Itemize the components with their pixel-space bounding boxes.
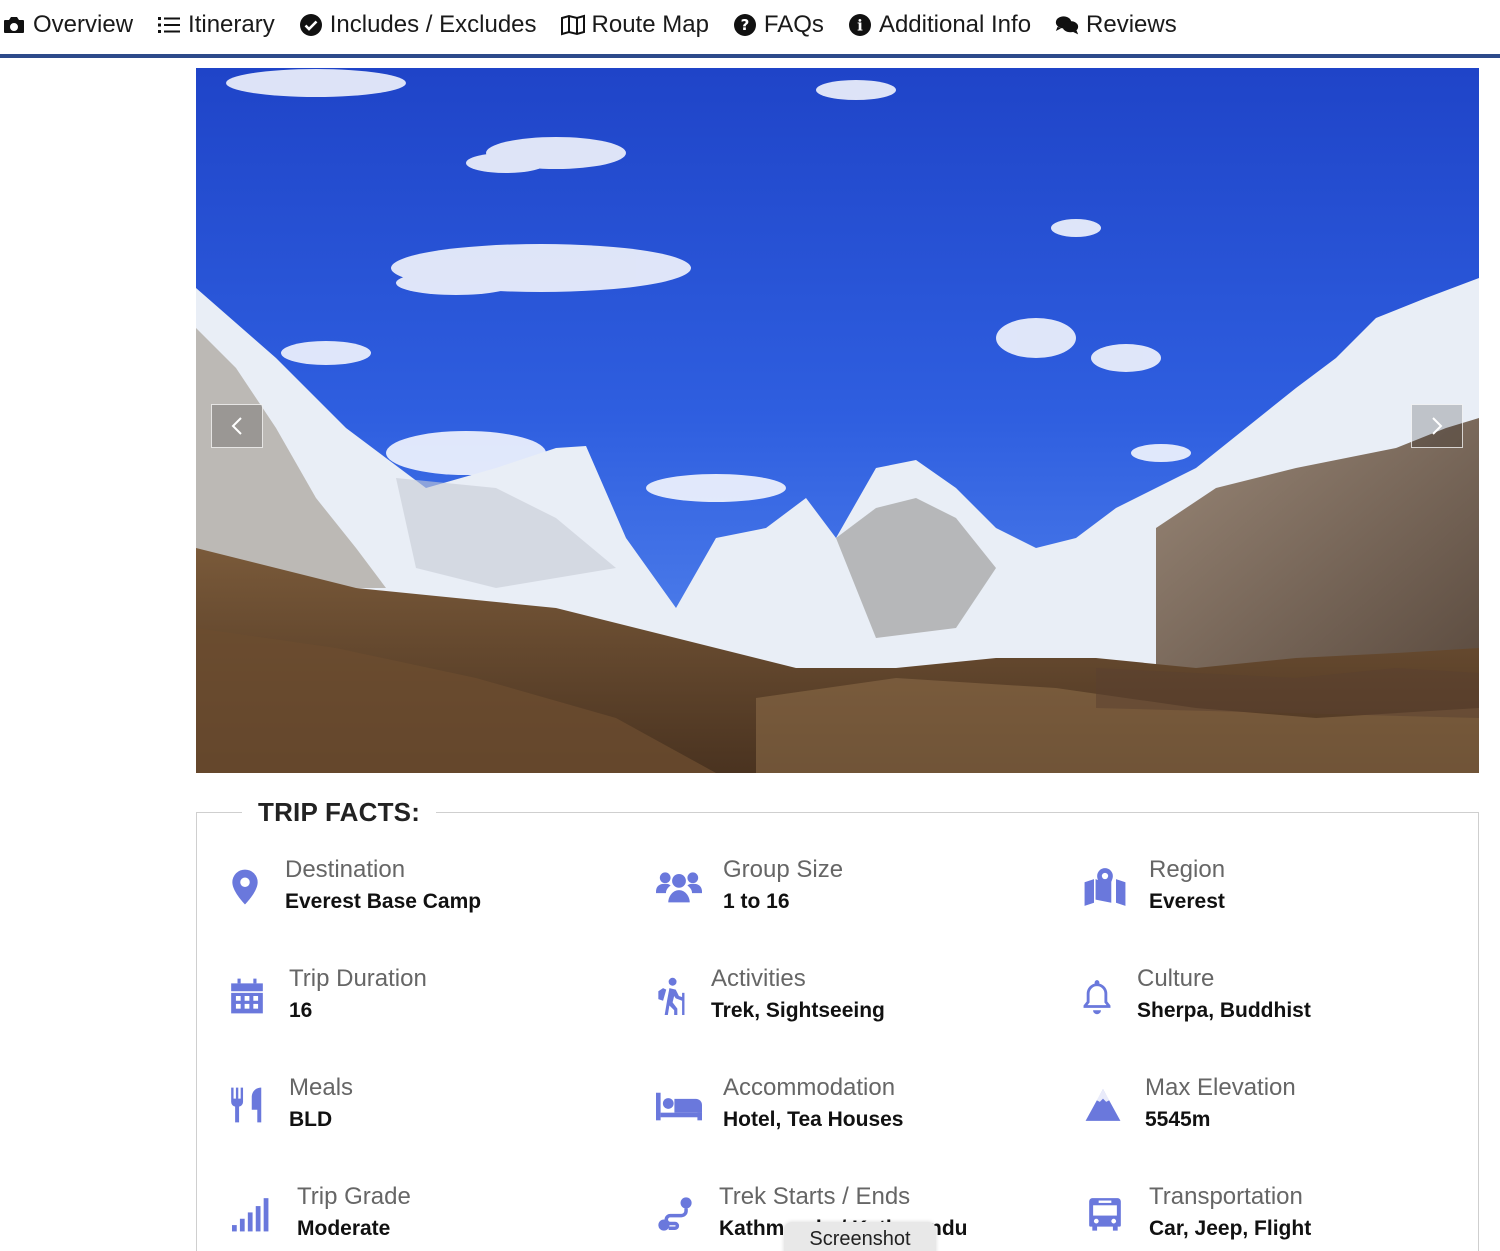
fact-label: Trek Starts / Ends [719, 1183, 911, 1210]
mountain-icon [1085, 1089, 1121, 1121]
route-icon [658, 1197, 692, 1231]
fact-value: Car, Jeep, Flight [1149, 1217, 1312, 1240]
fact-value: Everest [1149, 890, 1225, 913]
svg-text:i: i [857, 17, 863, 35]
fact-label: Trip Grade [297, 1183, 411, 1210]
trip-tab-nav: Overview Itinerary Includes / Excludes R… [0, 0, 1500, 58]
fact-trip-duration: Trip Duration 16 [225, 964, 427, 1026]
fact-label: Culture [1137, 965, 1215, 992]
fact-trip-grade: Trip Grade Moderate [225, 1182, 411, 1244]
fact-culture: Culture Sherpa, Buddhist [1077, 964, 1311, 1026]
map-marked-icon [1084, 868, 1126, 906]
users-icon [656, 872, 702, 903]
camera-icon [4, 17, 24, 33]
tab-label: Route Map [591, 11, 709, 38]
question-circle-icon: ? [733, 14, 756, 36]
mountain-landscape-image [196, 68, 1479, 773]
fact-label: Group Size [723, 856, 844, 883]
fact-accommodation: Accommodation Hotel, Tea Houses [655, 1073, 904, 1135]
fact-label: Destination [285, 856, 406, 883]
svg-text:?: ? [741, 16, 750, 34]
fact-value: 16 [289, 999, 313, 1022]
tab-label: Reviews [1086, 11, 1177, 38]
utensils-icon [231, 1087, 262, 1123]
tab-label: Itinerary [188, 11, 275, 38]
tab-label: Includes / Excludes [329, 11, 537, 38]
fact-group-size: Group Size 1 to 16 [655, 855, 843, 917]
fact-value: 1 to 16 [723, 890, 790, 913]
carousel-next-button[interactable] [1411, 404, 1463, 448]
tab-reviews[interactable]: Reviews [1055, 11, 1177, 39]
carousel-prev-button[interactable] [211, 404, 263, 448]
chevron-right-icon [1432, 417, 1443, 435]
fact-activities: Activities Trek, Sightseeing [651, 964, 885, 1026]
trip-facts-panel: TRIP FACTS: Destination Everest Base Camp… [196, 797, 1479, 1251]
calendar-icon [231, 978, 263, 1014]
fact-value: 5545m [1145, 1108, 1211, 1131]
fact-value: Moderate [297, 1217, 391, 1240]
screenshot-tooltip: Screenshot [784, 1222, 936, 1251]
fact-label: Max Elevation [1145, 1074, 1296, 1101]
hero-carousel [196, 68, 1479, 773]
fact-label: Accommodation [723, 1074, 896, 1101]
fact-label: Activities [711, 965, 806, 992]
bell-icon [1083, 980, 1111, 1015]
trip-facts-title: TRIP FACTS: [242, 797, 437, 828]
fact-transportation: Transportation Car, Jeep, Flight [1081, 1182, 1311, 1244]
fact-destination: Destination Everest Base Camp [225, 855, 481, 917]
tab-includes-excludes[interactable]: Includes / Excludes [299, 11, 537, 39]
fact-meals: Meals BLD [225, 1073, 353, 1135]
tab-additional-info[interactable]: i Additional Info [848, 11, 1031, 39]
fact-value: Everest Base Camp [285, 890, 482, 913]
fact-value: Sherpa, Buddhist [1137, 999, 1311, 1022]
fact-value: Hotel, Tea Houses [723, 1108, 904, 1131]
comments-icon [1055, 16, 1079, 35]
tab-label: Overview [33, 11, 134, 38]
fact-region: Region Everest [1081, 855, 1225, 917]
check-circle-icon [299, 14, 322, 36]
tab-overview[interactable]: Overview [2, 11, 133, 39]
tab-label: Additional Info [878, 11, 1032, 38]
fact-label: Transportation [1149, 1183, 1303, 1210]
map-pin-icon [232, 869, 258, 905]
fact-label: Region [1149, 856, 1226, 883]
fact-label: Trip Duration [289, 965, 427, 992]
signal-icon [232, 1198, 269, 1232]
list-icon [158, 17, 181, 33]
tab-itinerary[interactable]: Itinerary [157, 11, 275, 39]
bus-icon [1089, 1198, 1121, 1231]
fact-value: Trek, Sightseeing [711, 999, 885, 1022]
fact-label: Meals [289, 1074, 354, 1101]
fact-max-elevation: Max Elevation 5545m [1081, 1073, 1296, 1135]
tab-faqs[interactable]: ? FAQs [733, 11, 824, 39]
tab-route-map[interactable]: Route Map [560, 11, 709, 39]
info-circle-icon: i [848, 14, 871, 36]
chevron-left-icon [231, 417, 242, 435]
hiking-icon [658, 977, 685, 1015]
tab-label: FAQs [763, 11, 824, 38]
bed-icon [656, 1092, 702, 1121]
map-icon [560, 14, 585, 36]
fact-value: BLD [289, 1108, 333, 1131]
